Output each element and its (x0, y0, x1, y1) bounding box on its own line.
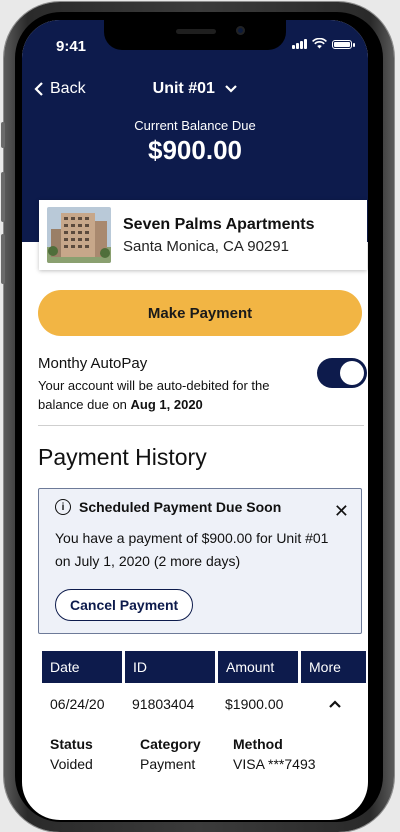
status-label: Status (50, 736, 93, 752)
scheduled-payment-notice: i Scheduled Payment Due Soon ✕ You have … (38, 488, 362, 634)
column-header-more: More (301, 651, 366, 683)
unit-label: Unit #01 (152, 80, 215, 97)
notice-body: You have a payment of $900.00 for Unit #… (55, 530, 329, 569)
divider (38, 425, 364, 426)
wifi-icon (312, 38, 327, 49)
column-header-date: Date (42, 651, 122, 683)
autopay-due-date: Aug 1, 2020 (130, 397, 203, 412)
volume-up-button (1, 172, 5, 222)
row-date: 06/24/20 (50, 696, 105, 712)
row-id: 91803404 (132, 696, 195, 712)
category-label: Category (140, 736, 201, 752)
status-icons (292, 38, 355, 49)
table-row[interactable]: 06/24/20 91803404 $1900.00 (42, 696, 366, 712)
unit-selector[interactable]: Unit #01 (22, 80, 368, 98)
category-column: Category Payment (140, 736, 233, 772)
column-header-amount: Amount (218, 651, 298, 683)
app-screen: 9:41 Back Unit #01 Current Balance Due $… (22, 20, 368, 820)
mute-switch (1, 122, 5, 148)
info-icon: i (55, 499, 71, 515)
property-name: Seven Palms Apartments (123, 215, 315, 233)
volume-down-button (1, 234, 5, 284)
status-value: Voided (50, 756, 93, 772)
balance-amount: $900.00 (148, 135, 242, 165)
method-value: VISA ***7493 (233, 756, 316, 772)
property-image (47, 207, 111, 263)
autopay-toggle[interactable] (317, 358, 367, 388)
notch (104, 20, 286, 50)
payment-history-title: Payment History (38, 444, 207, 470)
method-column: Method VISA ***7493 (233, 736, 316, 772)
toggle-knob (340, 361, 364, 385)
status-time: 9:41 (56, 38, 87, 55)
make-payment-button[interactable]: Make Payment (38, 290, 362, 336)
property-card[interactable]: Seven Palms Apartments Santa Monica, CA … (39, 200, 367, 270)
chevron-down-icon (225, 85, 238, 93)
row-amount: $1900.00 (225, 696, 284, 712)
camera (236, 26, 245, 35)
column-header-id: ID (125, 651, 215, 683)
status-column: Status Voided (50, 736, 140, 772)
signal-icon (292, 38, 307, 49)
battery-icon (332, 40, 355, 49)
property-text: Seven Palms Apartments Santa Monica, CA … (123, 216, 314, 255)
history-table-header: Date ID Amount More (42, 651, 366, 683)
balance-label: Current Balance Due (134, 118, 256, 133)
notice-header: i Scheduled Payment Due Soon (55, 499, 281, 515)
row-detail: Status Voided Category Payment Method VI… (50, 736, 316, 772)
method-label: Method (233, 736, 283, 752)
notice-title: Scheduled Payment Due Soon (79, 499, 282, 515)
autopay-description: Your account will be auto-debited for th… (38, 376, 308, 414)
close-icon[interactable]: ✕ (334, 501, 349, 522)
autopay-title: Monthy AutoPay (38, 355, 148, 372)
cancel-payment-button[interactable]: Cancel Payment (55, 589, 194, 621)
speaker (176, 29, 216, 34)
category-value: Payment (140, 756, 196, 772)
property-address: Santa Monica, CA 90291 (123, 237, 289, 255)
chevron-up-icon[interactable] (301, 696, 366, 712)
